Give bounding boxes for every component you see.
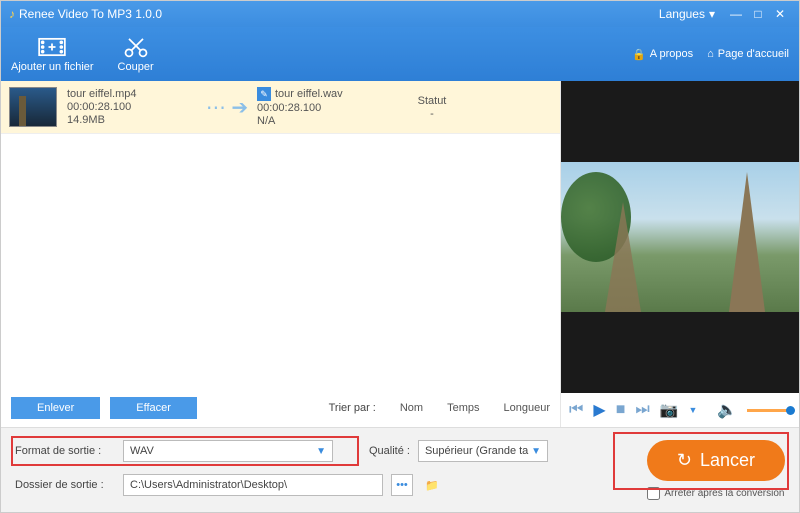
chevron-down-icon: ▾ [709,7,715,21]
folder-label: Dossier de sortie : [15,479,115,491]
stop-button[interactable]: ■ [616,401,626,419]
browse-button[interactable]: ••• [391,474,413,496]
left-panel: tour eiffel.mp4 00:00:28.100 14.9MB ⋯ ➔ … [1,81,561,427]
chevron-down-icon[interactable]: ▼ [688,405,697,415]
lock-icon: 🔒 [632,48,646,61]
play-button[interactable]: ▶ [593,400,605,420]
preview-image [561,162,799,312]
quality-label: Qualité : [369,445,410,457]
sort-label: Trier par : [329,402,376,414]
maximize-button[interactable]: □ [747,7,769,21]
snapshot-button[interactable]: 📷 [660,401,679,419]
highlight-format [11,436,359,466]
scissors-icon [122,35,150,59]
sort-length[interactable]: Longueur [504,402,551,414]
home-link[interactable]: ⌂ Page d'accueil [707,48,789,60]
cut-label: Couper [118,61,154,73]
add-file-label: Ajouter un fichier [11,61,94,73]
dest-filename: tour eiffel.wav [275,88,343,100]
arrow-icon: ⋯ ➔ [197,95,257,120]
sort-time[interactable]: Temps [447,402,479,414]
remove-button[interactable]: Enlever [11,397,100,419]
languages-label: Langues [659,7,705,21]
main-area: tour eiffel.mp4 00:00:28.100 14.9MB ⋯ ➔ … [1,81,799,427]
clear-button[interactable]: Effacer [110,397,197,419]
minimize-button[interactable]: — [725,7,747,21]
about-link[interactable]: 🔒 A propos [632,48,693,61]
bottom-panel: Format de sortie : WAV ▼ Qualité : Supér… [1,427,799,512]
folder-input[interactable]: C:\Users\Administrator\Desktop\ [123,474,383,496]
app-title: Renee Video To MP3 1.0.0 [19,7,162,21]
dest-duration: 00:00:28.100 [257,102,397,114]
file-row[interactable]: tour eiffel.mp4 00:00:28.100 14.9MB ⋯ ➔ … [1,81,560,134]
cut-button[interactable]: Couper [118,35,154,73]
home-icon: ⌂ [707,48,714,60]
list-buttons-row: Enlever Effacer Trier par : Nom Temps Lo… [1,389,560,427]
status-value: - [397,108,467,120]
status-label: Statut [397,95,467,107]
close-button[interactable]: ✕ [769,7,791,21]
film-plus-icon [38,35,66,59]
preview-controls: ⏮ ▶ ■ ⏭ 📷 ▼ 🔈 [561,393,799,427]
file-list: tour eiffel.mp4 00:00:28.100 14.9MB ⋯ ➔ … [1,81,560,389]
preview-viewport [561,81,799,393]
home-label: Page d'accueil [718,48,789,60]
quality-value: Supérieur (Grande ta [425,445,528,457]
chevron-down-icon: ▼ [531,446,541,457]
languages-menu[interactable]: Langues ▾ [659,7,715,21]
preview-panel: ⏮ ▶ ■ ⏭ 📷 ▼ 🔈 [561,81,799,427]
source-size: 14.9MB [67,114,197,126]
dest-size: N/A [257,115,397,127]
edit-icon[interactable]: ✎ [257,87,271,101]
source-duration: 00:00:28.100 [67,101,197,113]
titlebar: ♪ Renee Video To MP3 1.0.0 Langues ▾ — □… [1,1,799,27]
volume-icon[interactable]: 🔈 [717,400,737,420]
next-button[interactable]: ⏭ [635,401,649,419]
toolbar: Ajouter un fichier Couper 🔒 A propos ⌂ P… [1,27,799,81]
open-folder-button[interactable]: 📁 [421,474,443,496]
file-thumbnail [9,87,57,127]
sort-name[interactable]: Nom [400,402,423,414]
prev-button[interactable]: ⏮ [569,401,583,419]
highlight-launch [613,432,789,490]
app-icon: ♪ [9,7,15,21]
about-label: A propos [650,48,693,60]
source-filename: tour eiffel.mp4 [67,88,197,100]
add-file-button[interactable]: Ajouter un fichier [11,35,94,73]
quality-select[interactable]: Supérieur (Grande ta ▼ [418,440,548,462]
volume-slider[interactable] [747,409,791,412]
